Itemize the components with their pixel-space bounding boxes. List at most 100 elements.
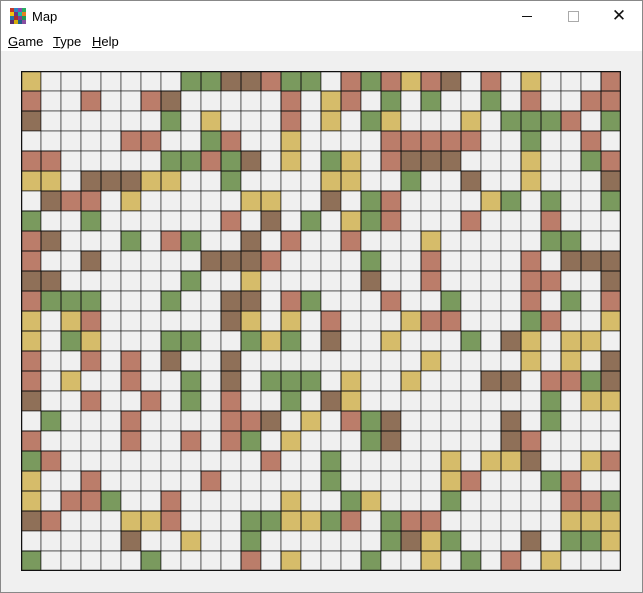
map-tile[interactable] xyxy=(280,190,302,212)
map-tile[interactable] xyxy=(340,470,362,492)
map-tile[interactable] xyxy=(480,210,502,232)
map-tile[interactable] xyxy=(260,210,282,232)
map-tile[interactable] xyxy=(200,350,222,372)
map-tile[interactable] xyxy=(300,270,322,292)
map-tile[interactable] xyxy=(220,490,242,512)
map-tile[interactable] xyxy=(480,530,502,552)
map-tile[interactable] xyxy=(580,71,602,92)
map-tile[interactable] xyxy=(380,350,402,372)
map-tile[interactable] xyxy=(460,430,482,452)
map-tile[interactable] xyxy=(460,390,482,412)
map-tile[interactable] xyxy=(120,370,142,392)
map-tile[interactable] xyxy=(21,270,42,292)
map-tile[interactable] xyxy=(260,450,282,472)
map-tile[interactable] xyxy=(480,110,502,132)
map-tile[interactable] xyxy=(380,450,402,472)
map-tile[interactable] xyxy=(120,330,142,352)
map-tile[interactable] xyxy=(240,390,262,412)
map-tile[interactable] xyxy=(500,410,522,432)
map-tile[interactable] xyxy=(160,210,182,232)
map-tile[interactable] xyxy=(21,530,42,552)
map-tile[interactable] xyxy=(400,390,422,412)
map-tile[interactable] xyxy=(120,290,142,312)
map-tile[interactable] xyxy=(360,150,382,172)
map-tile[interactable] xyxy=(520,110,542,132)
map-tile[interactable] xyxy=(380,330,402,352)
map-tile[interactable] xyxy=(440,90,462,112)
map-tile[interactable] xyxy=(320,430,342,452)
map-tile[interactable] xyxy=(180,210,202,232)
map-tile[interactable] xyxy=(280,170,302,192)
map-tile[interactable] xyxy=(100,450,122,472)
map-tile[interactable] xyxy=(80,270,102,292)
map-tile[interactable] xyxy=(180,350,202,372)
map-tile[interactable] xyxy=(320,90,342,112)
map-tile[interactable] xyxy=(460,270,482,292)
map-tile[interactable] xyxy=(360,170,382,192)
map-tile[interactable] xyxy=(320,350,342,372)
map-tile[interactable] xyxy=(160,430,182,452)
map-tile[interactable] xyxy=(460,310,482,332)
map-tile[interactable] xyxy=(60,190,82,212)
map-tile[interactable] xyxy=(320,71,342,92)
map-tile[interactable] xyxy=(540,270,562,292)
map-tile[interactable] xyxy=(600,510,621,532)
map-tile[interactable] xyxy=(220,390,242,412)
map-tile[interactable] xyxy=(40,150,62,172)
map-tile[interactable] xyxy=(240,71,262,92)
map-tile[interactable] xyxy=(400,250,422,272)
map-tile[interactable] xyxy=(60,290,82,312)
map-tile[interactable] xyxy=(480,330,502,352)
map-tile[interactable] xyxy=(480,450,502,472)
map-tile[interactable] xyxy=(320,290,342,312)
map-tile[interactable] xyxy=(60,230,82,252)
map-tile[interactable] xyxy=(140,470,162,492)
map-tile[interactable] xyxy=(240,190,262,212)
map-tile[interactable] xyxy=(440,290,462,312)
map-tile[interactable] xyxy=(21,250,42,272)
map-tile[interactable] xyxy=(480,470,502,492)
map-tile[interactable] xyxy=(400,470,422,492)
map-tile[interactable] xyxy=(60,410,82,432)
map-tile[interactable] xyxy=(120,510,142,532)
map-tile[interactable] xyxy=(280,250,302,272)
map-tile[interactable] xyxy=(140,550,162,571)
map-tile[interactable] xyxy=(300,170,322,192)
map-tile[interactable] xyxy=(260,230,282,252)
map-tile[interactable] xyxy=(200,310,222,332)
map-tile[interactable] xyxy=(200,110,222,132)
map-tile[interactable] xyxy=(200,290,222,312)
map-tile[interactable] xyxy=(360,210,382,232)
map-tile[interactable] xyxy=(580,470,602,492)
map-tile[interactable] xyxy=(460,490,482,512)
map-tile[interactable] xyxy=(120,130,142,152)
map-tile[interactable] xyxy=(460,330,482,352)
map-tile[interactable] xyxy=(580,410,602,432)
map-tile[interactable] xyxy=(460,550,482,571)
map-tile[interactable] xyxy=(180,310,202,332)
map-tile[interactable] xyxy=(540,230,562,252)
map-tile[interactable] xyxy=(120,250,142,272)
map-tile[interactable] xyxy=(280,470,302,492)
map-tile[interactable] xyxy=(540,330,562,352)
map-tile[interactable] xyxy=(240,330,262,352)
map-tile[interactable] xyxy=(40,550,62,571)
map-tile[interactable] xyxy=(520,71,542,92)
map-tile[interactable] xyxy=(320,130,342,152)
map-tile[interactable] xyxy=(80,510,102,532)
map-tile[interactable] xyxy=(100,110,122,132)
map-tile[interactable] xyxy=(560,510,582,532)
map-tile[interactable] xyxy=(580,330,602,352)
map-tile[interactable] xyxy=(200,230,222,252)
map-tile[interactable] xyxy=(420,110,442,132)
map-tile[interactable] xyxy=(500,430,522,452)
map-tile[interactable] xyxy=(460,150,482,172)
map-tile[interactable] xyxy=(340,410,362,432)
map-tile[interactable] xyxy=(500,450,522,472)
map-tile[interactable] xyxy=(580,230,602,252)
map-tile[interactable] xyxy=(440,470,462,492)
map-tile[interactable] xyxy=(80,150,102,172)
map-tile[interactable] xyxy=(200,410,222,432)
map-tile[interactable] xyxy=(220,430,242,452)
map-tile[interactable] xyxy=(100,350,122,372)
